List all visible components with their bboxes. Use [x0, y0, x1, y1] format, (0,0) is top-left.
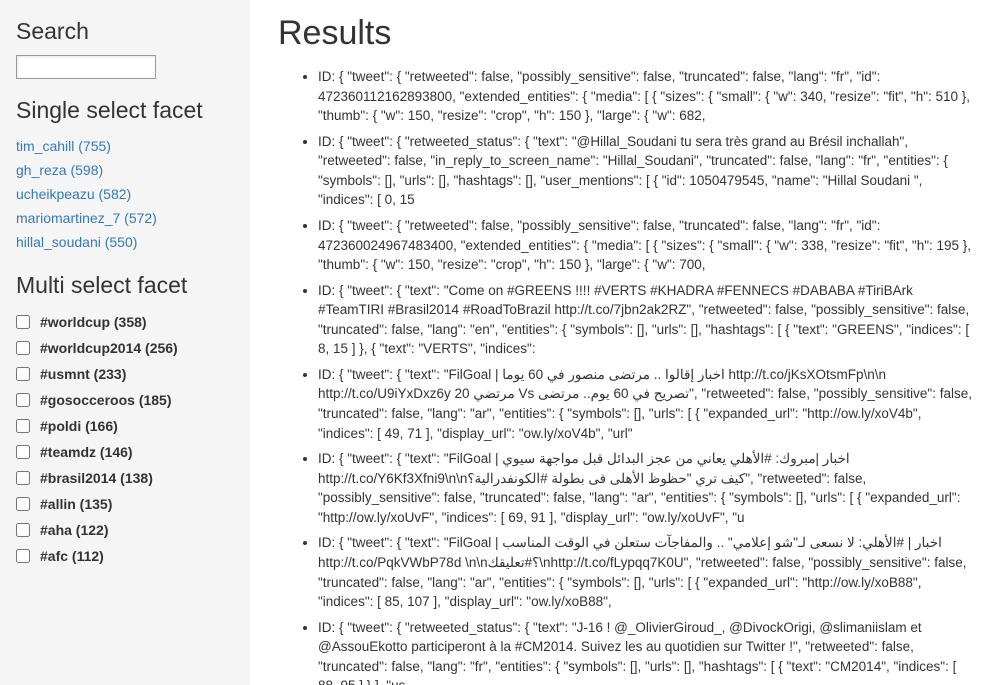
result-item: ID: { "tweet": { "retweeted": false, "po… [318, 67, 977, 126]
facet-label: #poldi (166) [40, 418, 118, 434]
facet-label: #worldcup2014 (256) [40, 340, 178, 356]
facet-checkbox[interactable] [16, 445, 30, 459]
facet-label: #allin (135) [40, 496, 112, 512]
result-item: ID: { "tweet": { "retweeted_status": { "… [318, 618, 977, 685]
multi-facet-item: #aha (122) [16, 517, 234, 543]
facet-link[interactable]: gh_reza (598) [16, 162, 103, 178]
multi-facet-item: #worldcup (358) [16, 309, 234, 335]
multi-facet-item: #gosocceroos (185) [16, 387, 234, 413]
search-input[interactable] [16, 55, 156, 79]
facet-checkbox[interactable] [16, 471, 30, 485]
result-item: ID: { "tweet": { "text": "FilGoal | اخبا… [318, 533, 977, 611]
facet-link[interactable]: tim_cahill (755) [16, 138, 111, 154]
multi-facet-item: #usmnt (233) [16, 361, 234, 387]
facet-checkbox[interactable] [16, 549, 30, 563]
single-facet-heading: Single select facet [16, 97, 234, 124]
main-content: Results ID: { "tweet": { "retweeted": fa… [250, 0, 997, 685]
result-item: ID: { "tweet": { "text": "FilGoal | اخبا… [318, 365, 977, 443]
facet-label: #usmnt (233) [40, 366, 126, 382]
multi-facet-item: #worldcup2014 (256) [16, 335, 234, 361]
facet-checkbox[interactable] [16, 341, 30, 355]
facet-checkbox[interactable] [16, 523, 30, 537]
result-item: ID: { "tweet": { "text": "Come on #GREEN… [318, 281, 977, 359]
search-heading: Search [16, 18, 234, 45]
single-facet-list: tim_cahill (755) gh_reza (598) ucheikpea… [16, 134, 234, 254]
sidebar: Search Single select facet tim_cahill (7… [0, 0, 250, 685]
result-item: ID: { "tweet": { "text": "FilGoal | اخبا… [318, 449, 977, 527]
result-item: ID: { "tweet": { "retweeted": false, "po… [318, 216, 977, 275]
facet-checkbox[interactable] [16, 367, 30, 381]
facet-checkbox[interactable] [16, 419, 30, 433]
result-item: ID: { "tweet": { "retweeted_status": { "… [318, 132, 977, 210]
facet-link[interactable]: hillal_soudani (550) [16, 234, 137, 250]
multi-facet-item: #poldi (166) [16, 413, 234, 439]
facet-label: #aha (122) [40, 522, 108, 538]
facet-checkbox[interactable] [16, 497, 30, 511]
facet-link[interactable]: mariomartinez_7 (572) [16, 210, 157, 226]
multi-facet-item: #brasil2014 (138) [16, 465, 234, 491]
multi-facet-list: #worldcup (358) #worldcup2014 (256) #usm… [16, 309, 234, 569]
facet-label: #teamdz (146) [40, 444, 133, 460]
multi-facet-item: #allin (135) [16, 491, 234, 517]
multi-facet-item: #afc (112) [16, 543, 234, 569]
facet-label: #worldcup (358) [40, 314, 147, 330]
multi-facet-item: #teamdz (146) [16, 439, 234, 465]
facet-checkbox[interactable] [16, 315, 30, 329]
facet-label: #gosocceroos (185) [40, 392, 172, 408]
facet-label: #afc (112) [40, 548, 104, 564]
facet-checkbox[interactable] [16, 393, 30, 407]
facet-link[interactable]: ucheikpeazu (582) [16, 186, 131, 202]
results-title: Results [278, 14, 977, 53]
facet-label: #brasil2014 (138) [40, 470, 153, 486]
results-list: ID: { "tweet": { "retweeted": false, "po… [278, 67, 977, 685]
multi-facet-heading: Multi select facet [16, 272, 234, 299]
